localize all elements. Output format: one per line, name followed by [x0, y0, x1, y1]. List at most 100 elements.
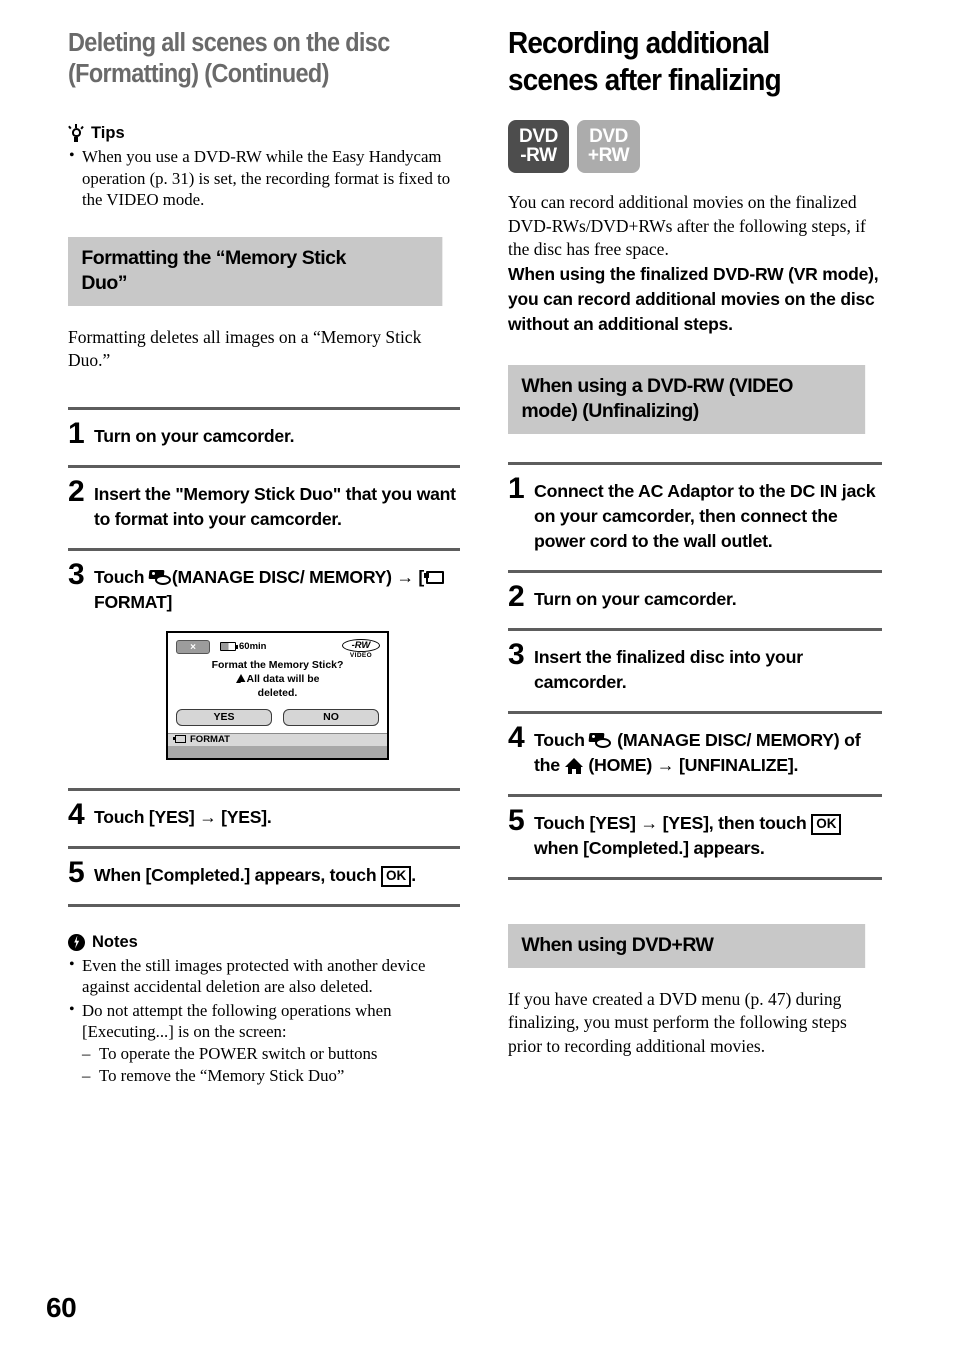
no-button[interactable]: NO [283, 708, 379, 726]
close-icon[interactable]: × [176, 639, 210, 654]
home-icon [564, 757, 584, 774]
section-band-line-1: Formatting the “Memory Stick [81, 246, 346, 269]
step-number: 3 [68, 557, 85, 591]
notes-label: Notes [92, 932, 138, 951]
chapter-title-line-1: Deleting all scenes on the disc [68, 29, 390, 57]
formatting-intro-text: Formatting deletes all images on a “Memo… [68, 326, 422, 371]
list-item: Even the still images protected with ano… [68, 954, 460, 998]
step-number: 4 [508, 720, 525, 754]
step-text: Turn on your camcorder. [534, 588, 737, 609]
list-item: To operate the POWER switch or buttons [82, 1043, 460, 1066]
step-2: 2 Turn on your camcorder. [508, 573, 882, 628]
section-band-line-2: mode) (Unfinalizing) [521, 399, 699, 422]
step-1: 1 Turn on your camcorder. [68, 410, 460, 465]
step-2: 2 Insert the "Memory Stick Duo" that you… [68, 468, 460, 548]
battery-indicator: 60min [220, 641, 266, 652]
notes-list: Even the still images protected with ano… [68, 954, 460, 1088]
chapter-title-line-2: (Formatting) (Continued) [68, 60, 329, 88]
lcd-status-bar: FORMAT [168, 732, 387, 746]
step-text-part: [YES], then touch [662, 812, 807, 833]
step-number: 5 [508, 803, 525, 837]
arrow-glyph: → [656, 754, 675, 775]
step-number: 1 [68, 416, 85, 450]
step-5: 5 When [Completed.] appears, touch OK. [68, 849, 460, 904]
page-title-line-2: scenes after finalizing [508, 62, 782, 97]
step-4: 4 Touch (MANAGE DISC/ MEMORY) of the (HO… [508, 714, 882, 794]
ok-button-glyph[interactable]: OK [811, 813, 842, 835]
section-band-dvd-rw-video-mode: When using a DVD-RW (VIDEO mode) (Unfina… [508, 364, 866, 434]
notes-callout: Notes Even the still images protected wi… [68, 933, 460, 1088]
tips-heading: Tips [68, 124, 460, 143]
manage-disc-memory-icon [148, 569, 172, 586]
list-item: Do not attempt the following operations … [68, 999, 460, 1088]
step-text-part: Touch [94, 566, 145, 587]
intro-paragraph-bold: When using the finalized DVD-RW (VR mode… [508, 263, 879, 334]
page-number: 60 [46, 1292, 77, 1323]
arrow-glyph: → [396, 566, 414, 587]
badge-line-2: -RW [520, 145, 557, 166]
step-text: Touch (MANAGE DISC/ MEMORY) → [ FORMAT] [94, 561, 460, 615]
lcd-message-line-2-wrap: All data will be [168, 672, 387, 687]
step-text-part: (MANAGE DISC/ MEMORY) [171, 566, 392, 587]
lightbulb-icon [68, 124, 84, 143]
list-item: When you use a DVD-RW while the Easy Han… [68, 145, 460, 211]
step-text-part: (HOME) [588, 754, 653, 775]
step-text-part: . [411, 864, 416, 885]
step-text-part: when [Completed.] appears. [534, 837, 765, 858]
lcd-screen-illustration: × 60min -RW VIDEO Format the Memory Stic… [166, 630, 389, 760]
step-text: Turn on your camcorder. [94, 425, 295, 446]
tips-list: When you use a DVD-RW while the Easy Han… [68, 145, 460, 211]
warning-icon [235, 673, 250, 687]
outro-paragraph: If you have created a DVD menu (p. 47) d… [508, 988, 847, 1056]
step-text: Touch [YES] → [YES]. [94, 801, 272, 830]
step-text-part: When [Completed.] appears, touch [94, 864, 377, 885]
page-title: Recording additional scenes after finali… [508, 24, 845, 98]
manual-page: Deleting all scenes on the disc (Formatt… [0, 0, 954, 1357]
step-text-part: Touch [YES] [94, 806, 195, 827]
step-text-part: Touch [YES] [534, 812, 636, 833]
section-band-text: When using DVD+RW [521, 933, 714, 956]
step-text: Touch (MANAGE DISC/ MEMORY) of the (HOME… [534, 724, 882, 778]
step-text-part: [YES]. [221, 806, 272, 827]
badge-line-1: DVD [589, 126, 628, 147]
step-text-part: [UNFINALIZE]. [678, 754, 799, 775]
tips-callout: Tips When you use a DVD-RW while the Eas… [68, 124, 460, 211]
step-number: 3 [508, 637, 525, 671]
lcd-message-line-1: Format the Memory Stick? [211, 658, 344, 671]
lcd-message: Format the Memory Stick? All data will b… [168, 658, 387, 700]
left-column: Deleting all scenes on the disc (Formatt… [68, 28, 460, 1090]
badge-dvd-plus-rw: DVD +RW [576, 120, 641, 173]
disc-type-label: -RW [342, 638, 380, 652]
lcd-status-label: FORMAT [190, 734, 230, 745]
step-number: 5 [68, 855, 85, 889]
page-title-line-1: Recording additional [508, 25, 770, 60]
badge-line-2: +RW [587, 145, 630, 166]
step-text-part: FORMAT] [94, 591, 173, 612]
step-number: 2 [68, 474, 85, 508]
badge-dvd-rw: DVD -RW [508, 120, 569, 173]
section-band-dvd-plus-rw: When using DVD+RW [508, 923, 866, 968]
ok-button-glyph[interactable]: OK [380, 865, 412, 887]
disc-type-indicator: -RW VIDEO [342, 638, 380, 660]
section-band-formatting-memory-stick: Formatting the “Memory Stick Duo” [68, 236, 443, 306]
step-text-part: Touch [534, 729, 585, 750]
step-number: 2 [508, 579, 525, 613]
notes-icon [68, 933, 85, 951]
yes-button[interactable]: YES [176, 708, 272, 726]
notes-heading: Notes [68, 933, 460, 952]
lcd-button-row: YES NO [176, 708, 379, 726]
memory-stick-icon [173, 735, 186, 744]
section-band-line-1: When using a DVD-RW (VIDEO [521, 374, 793, 397]
step-text: Insert the finalized disc into your camc… [534, 646, 803, 692]
list-item-text: Do not attempt the following operations … [82, 1000, 392, 1042]
step-text: Insert the "Memory Stick Duo" that you w… [94, 483, 456, 529]
battery-icon [220, 641, 238, 651]
badge-line-1: DVD [519, 126, 558, 147]
arrow-glyph: → [640, 812, 658, 833]
step-text: Touch [YES] → [YES], then touch OK when … [534, 807, 882, 861]
media-badges: DVD -RW DVD +RW [508, 120, 882, 173]
manage-disc-memory-icon [588, 732, 612, 749]
lcd-bottom-panel [168, 745, 387, 758]
battery-time-label: 60min [239, 640, 267, 652]
chapter-title: Deleting all scenes on the disc (Formatt… [68, 28, 429, 90]
